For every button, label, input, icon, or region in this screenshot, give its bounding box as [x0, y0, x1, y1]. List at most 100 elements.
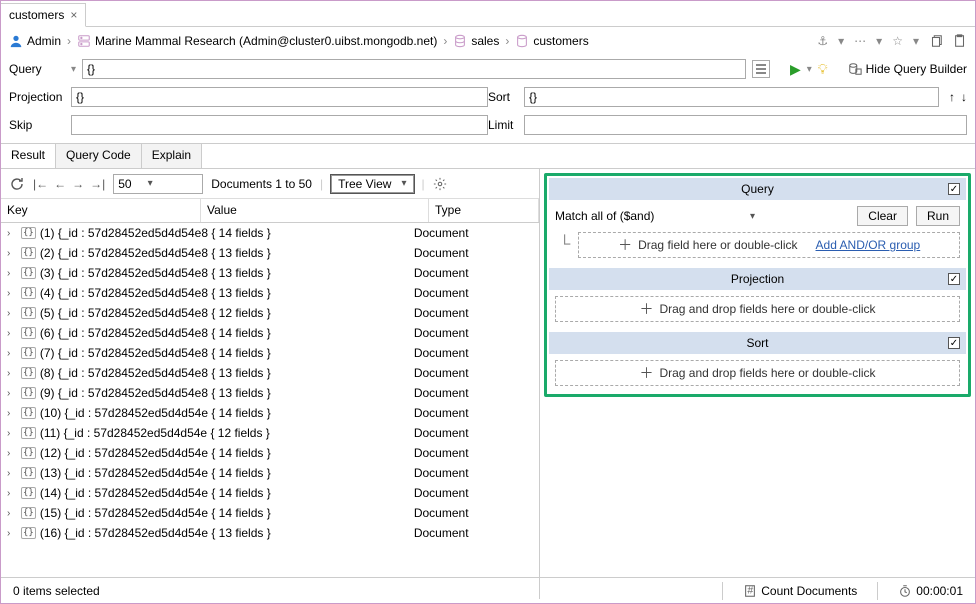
chevron-right-icon[interactable]: › — [7, 428, 17, 439]
table-row[interactable]: ›{}(10) {_id : 57d28452ed5d4d54e { 14 fi… — [1, 403, 539, 423]
query-drop-zone[interactable]: ＋ Drag field here or double-click Add AN… — [578, 232, 960, 258]
table-row[interactable]: › {} (12) {_id : 57d28452ed5d4d54e { 14 fi… — [1, 443, 539, 463]
chevron-right-icon[interactable]: › — [7, 228, 17, 239]
row-key: (13) {_id : 57d28452ed5d4d54e { 14 field… — [40, 466, 410, 480]
query-input[interactable] — [82, 59, 746, 79]
next-page-icon[interactable]: → — [72, 177, 84, 191]
hide-query-builder-label: Hide Query Builder — [866, 62, 967, 76]
match-mode-select[interactable]: Match all of ($and) — [555, 209, 755, 223]
chevron-right-icon[interactable]: › — [7, 288, 17, 299]
copy-icon[interactable] — [929, 34, 943, 48]
sort-label: Sort — [488, 90, 518, 104]
plus-icon: ＋ — [639, 363, 653, 383]
breadcrumb-user[interactable]: Admin — [27, 34, 61, 48]
add-and-or-group-link[interactable]: Add AND/OR group — [816, 238, 921, 252]
sort-input[interactable] — [524, 87, 939, 107]
table-row[interactable]: ›{}(2) {_id : 57d28452ed5d4d54e8 { 13 fi… — [1, 243, 539, 263]
table-row[interactable]: ›{}(8) {_id : 57d28452ed5d4d54e8 { 13 fi… — [1, 363, 539, 383]
row-type: Document — [414, 306, 514, 320]
projection-input[interactable] — [71, 87, 488, 107]
chevron-right-icon[interactable]: › — [7, 268, 17, 279]
chevron-right-icon[interactable]: › — [7, 348, 17, 359]
breadcrumb-collection[interactable]: customers — [533, 34, 588, 48]
chevron-right-icon[interactable]: › — [7, 468, 17, 479]
projection-drop-zone[interactable]: ＋ Drag and drop fields here or double-cl… — [555, 296, 960, 322]
star-icon[interactable]: ☆ — [892, 34, 903, 48]
table-row[interactable]: ›{}(16) {_id : 57d28452ed5d4d54e { 13 fi… — [1, 523, 539, 543]
chevron-down-icon[interactable]: ▾ — [71, 64, 76, 75]
sort-enabled-checkbox[interactable]: ✓ — [948, 337, 960, 349]
hide-query-builder-button[interactable]: Hide Query Builder — [848, 62, 967, 76]
gear-icon[interactable] — [433, 177, 447, 191]
table-row[interactable]: ›{}(13) {_id : 57d28452ed5d4d54e { 14 fi… — [1, 463, 539, 483]
row-type: Document — [414, 386, 514, 400]
close-icon[interactable]: × — [70, 8, 77, 22]
prev-page-icon[interactable]: ← — [54, 177, 66, 191]
chevron-right-icon[interactable]: › — [7, 508, 17, 519]
table-row[interactable]: ›{}(1) {_id : 57d28452ed5d4d54e8 { 14 fi… — [1, 223, 539, 243]
chevron-right-icon[interactable]: › — [7, 528, 17, 539]
query-enabled-checkbox[interactable]: ✓ — [948, 183, 960, 195]
projection-enabled-checkbox[interactable]: ✓ — [948, 273, 960, 285]
anchor-icon[interactable]: ⚓︎ — [817, 34, 828, 48]
more-icon[interactable]: ⋯ — [854, 34, 866, 48]
document-icon: {} — [21, 447, 36, 459]
document-icon: {} — [21, 267, 36, 279]
builder-query-header: Query ✓ — [549, 178, 966, 200]
sort-drop-zone[interactable]: ＋ Drag and drop fields here or double-cl… — [555, 360, 960, 386]
table-row[interactable]: ›{}(11) {_id : 57d28452ed5d4d54e { 12 fi… — [1, 423, 539, 443]
count-documents-button[interactable]: # Count Documents — [743, 584, 857, 598]
chevron-right-icon[interactable]: › — [7, 328, 17, 339]
document-icon: {} — [21, 287, 36, 299]
form-icon[interactable] — [752, 60, 770, 78]
chevron-right-icon[interactable]: › — [7, 248, 17, 259]
chevron-right-icon[interactable]: › — [7, 408, 17, 419]
chevron-right-icon[interactable]: › — [7, 368, 17, 379]
table-row[interactable]: ›{}(4) {_id : 57d28452ed5d4d54e8 { 13 fi… — [1, 283, 539, 303]
hint-icon[interactable]: 💡︎ — [818, 61, 828, 78]
document-icon: {} — [21, 507, 36, 519]
skip-input[interactable] — [71, 115, 488, 135]
tab-query-code[interactable]: Query Code — [56, 144, 142, 168]
last-page-icon[interactable]: →| — [90, 177, 105, 191]
builder-query-title: Query — [741, 182, 774, 196]
chevron-right-icon[interactable]: › — [7, 308, 17, 319]
table-row[interactable]: ›{}(3) {_id : 57d28452ed5d4d54e8 { 13 fi… — [1, 263, 539, 283]
breadcrumb-connection[interactable]: Marine Mammal Research (Admin@cluster0.u… — [95, 34, 437, 48]
skip-limit-row: Skip Limit — [1, 111, 975, 139]
limit-input[interactable] — [524, 115, 967, 135]
chevron-right-icon[interactable]: › — [7, 448, 17, 459]
table-row[interactable]: ›{}(5) {_id : 57d28452ed5d4d54e8 { 12 fi… — [1, 303, 539, 323]
tree-body[interactable]: ›{}(1) {_id : 57d28452ed5d4d54e8 { 14 fi… — [1, 223, 539, 599]
col-key[interactable]: Key — [1, 199, 201, 222]
chevron-right-icon[interactable]: › — [7, 488, 17, 499]
table-row[interactable]: ›{}(9) {_id : 57d28452ed5d4d54e8 { 13 fi… — [1, 383, 539, 403]
col-value[interactable]: Value — [201, 199, 429, 222]
tab-customers[interactable]: customers × — [1, 3, 86, 27]
col-type[interactable]: Type — [429, 199, 539, 222]
page-size-select[interactable]: 50 — [113, 174, 203, 194]
tab-label: customers — [9, 8, 64, 22]
tab-result[interactable]: Result — [1, 144, 56, 168]
view-mode-select[interactable]: Tree View — [331, 175, 413, 193]
sort-desc-icon[interactable]: ↓ — [961, 90, 967, 104]
refresh-icon[interactable] — [9, 176, 25, 192]
tab-explain[interactable]: Explain — [142, 144, 202, 168]
first-page-icon[interactable]: |← — [33, 177, 48, 191]
sort-asc-icon[interactable]: ↑ — [949, 90, 955, 104]
clear-button[interactable]: Clear — [857, 206, 908, 226]
table-row[interactable]: ›{}(6) {_id : 57d28452ed5d4d54e8 { 14 fi… — [1, 323, 539, 343]
table-row[interactable]: ›{}(14) {_id : 57d28452ed5d4d54e { 14 fi… — [1, 483, 539, 503]
run-button[interactable]: Run — [916, 206, 960, 226]
table-row[interactable]: ›{}(15) {_id : 57d28452ed5d4d54e { 14 fi… — [1, 503, 539, 523]
breadcrumb-database[interactable]: sales — [471, 34, 499, 48]
row-key: (16) {_id : 57d28452ed5d4d54e { 13 field… — [40, 526, 410, 540]
paste-icon[interactable] — [953, 34, 967, 48]
builder-query-section: Query ✓ Match all of ($and) Clear Run └ … — [549, 178, 966, 264]
row-key: (12) {_id : 57d28452ed5d4d54e { 14 field… — [40, 446, 410, 460]
chevron-right-icon: › — [67, 34, 71, 48]
chevron-right-icon[interactable]: › — [7, 388, 17, 399]
run-icon[interactable]: ▶ — [790, 61, 801, 78]
chevron-right-icon: › — [443, 34, 447, 48]
table-row[interactable]: ›{}(7) {_id : 57d28452ed5d4d54e8 { 14 fi… — [1, 343, 539, 363]
